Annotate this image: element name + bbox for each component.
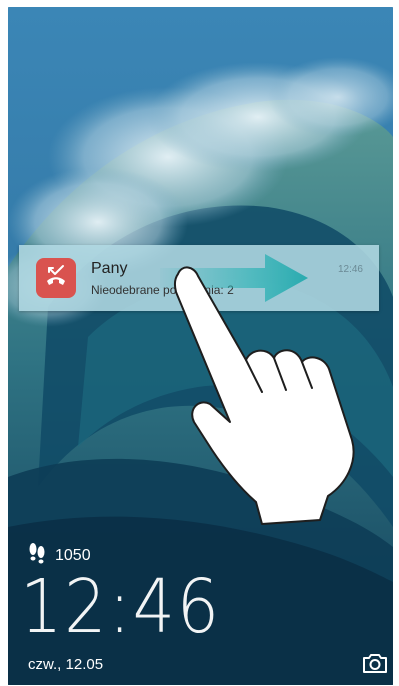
- notification-title: Pany: [91, 260, 128, 277]
- camera-icon[interactable]: [362, 652, 388, 679]
- lockscreen-date: czw., 12.05: [28, 656, 104, 673]
- steps-count: 1050: [55, 546, 91, 564]
- pointing-hand-icon: [170, 262, 360, 532]
- phone-frame: Pany Nieodebrane połączenia: 2 12:46 105…: [0, 0, 399, 686]
- lockscreen-clock: 12:46: [20, 564, 221, 650]
- missed-call-icon: [36, 258, 76, 298]
